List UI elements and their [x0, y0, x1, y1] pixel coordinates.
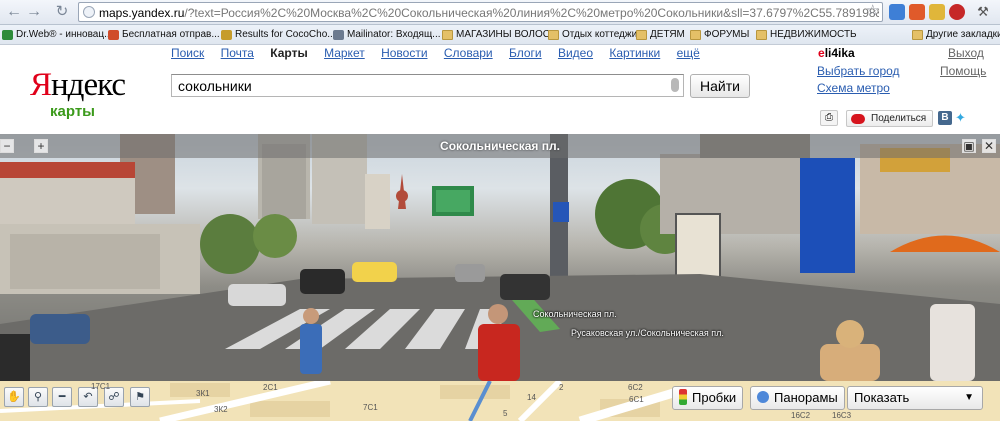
house-number-label: 3К2: [214, 405, 228, 414]
choose-city-link[interactable]: Выбрать город: [817, 64, 900, 78]
service-link-more[interactable]: ещё: [677, 46, 700, 60]
extension-icon[interactable]: [929, 4, 945, 20]
twitter-icon[interactable]: ✦: [955, 111, 966, 125]
folder-icon: [690, 30, 701, 40]
panoramas-button[interactable]: Панорамы: [750, 386, 845, 410]
service-link-images[interactable]: Картинки: [609, 46, 660, 60]
house-number-label: 16С3: [832, 411, 852, 420]
logout-link[interactable]: Выход: [948, 46, 984, 60]
service-link-maps: Карты: [270, 46, 308, 60]
placemark-tool-button[interactable]: ⚑: [130, 387, 150, 407]
site-icon: [221, 30, 232, 40]
bookmark-item[interactable]: Dr.Web® - инновац...: [2, 26, 112, 44]
house-number-label: 6С2: [628, 383, 643, 392]
maps-sublogo[interactable]: карты: [50, 103, 95, 120]
site-icon: [108, 30, 119, 40]
panorama-icon: [757, 391, 769, 403]
bookmark-star-icon[interactable]: ☆: [866, 1, 879, 19]
bookmark-item[interactable]: Results for CocoCho...: [221, 26, 336, 44]
folder-icon: [912, 30, 923, 40]
house-number-label: 5: [503, 409, 508, 418]
panorama-street-label[interactable]: Русаковская ул./Сокольническая пл.: [571, 328, 724, 338]
find-button[interactable]: Найти: [690, 74, 750, 98]
yandex-header: Яндекс карты Поиск Почта Карты Маркет Но…: [0, 45, 1000, 134]
close-icon[interactable]: ✕: [982, 139, 996, 153]
page-icon: [83, 6, 95, 18]
house-number-label: 2: [559, 383, 564, 392]
house-number-label: 17С1: [91, 382, 111, 391]
house-number-label: 14: [527, 393, 536, 402]
panorama-viewer[interactable]: − + Сокольническая пл. ▣ ✕ Сокольническа…: [0, 134, 1000, 381]
extension-icon[interactable]: [909, 4, 925, 20]
bookmark-folder[interactable]: ДЕТЯМ: [636, 26, 685, 44]
house-number-label: 16С2: [791, 411, 811, 420]
yandex-logo[interactable]: Яндекс: [30, 67, 126, 104]
folder-icon: [756, 30, 767, 40]
service-link-blogs[interactable]: Блоги: [509, 46, 542, 60]
panorama-street-label[interactable]: Сокольническая пл.: [533, 309, 617, 319]
show-layers-dropdown[interactable]: Показать ▼: [847, 386, 983, 410]
share-button[interactable]: Поделиться: [846, 110, 933, 127]
microphone-icon[interactable]: [671, 78, 679, 92]
panorama-image[interactable]: [0, 134, 1000, 381]
bookmarks-bar: Dr.Web® - инновац... Бесплатная отправ..…: [0, 25, 1000, 45]
ruler-tool-button[interactable]: ━: [52, 387, 72, 407]
share-icon: [851, 114, 865, 124]
panorama-title: Сокольническая пл.: [440, 139, 560, 153]
site-icon: [2, 30, 13, 40]
bookmark-folder[interactable]: Отдых коттеджи: [548, 26, 637, 44]
zoom-area-tool-button[interactable]: ⚲: [28, 387, 48, 407]
bookmark-item[interactable]: Бесплатная отправ...: [108, 26, 220, 44]
help-link[interactable]: Помощь: [940, 64, 986, 78]
house-number-label: 6С1: [629, 395, 644, 404]
house-number-label: 3К1: [196, 389, 210, 398]
fullscreen-icon[interactable]: ▣: [962, 139, 976, 153]
folder-icon: [442, 30, 453, 40]
services-nav: Поиск Почта Карты Маркет Новости Словари…: [171, 46, 713, 60]
address-bar[interactable]: maps.yandex.ru/?text=Россия%2C%20Москва%…: [78, 2, 883, 22]
wrench-icon[interactable]: ⚒: [975, 4, 991, 20]
traffic-light-icon: [679, 389, 687, 405]
bookmark-folder[interactable]: МАГАЗИНЫ ВОЛОС: [442, 26, 550, 44]
folder-icon: [636, 30, 647, 40]
address-text[interactable]: maps.yandex.ru/?text=Россия%2C%20Москва%…: [99, 5, 879, 21]
extension-icon[interactable]: [889, 4, 905, 20]
drag-tool-button[interactable]: ✋: [4, 387, 24, 407]
dropdown-arrow-icon: ▼: [964, 392, 974, 403]
bookmark-item[interactable]: Mailinator: Входящ...: [333, 26, 441, 44]
extension-icon[interactable]: [949, 4, 965, 20]
reload-icon[interactable]: ↻: [52, 3, 72, 22]
house-number-label: 7С1: [363, 403, 378, 412]
browser-toolbar: ← → ↻ maps.yandex.ru/?text=Россия%2C%20М…: [0, 0, 1000, 25]
house-number-label: 2С1: [263, 383, 278, 392]
bookmark-folder[interactable]: НЕДВИЖИМОСТЬ: [756, 26, 857, 44]
folder-icon: [548, 30, 559, 40]
bookmark-folder[interactable]: Другие закладки: [912, 26, 1000, 44]
bookmark-folder[interactable]: ФОРУМЫ: [690, 26, 749, 44]
site-icon: [333, 30, 344, 40]
traffic-button[interactable]: Пробки: [672, 386, 744, 410]
service-link-news[interactable]: Новости: [381, 46, 427, 60]
user-name[interactable]: eli4ika: [818, 46, 855, 60]
service-link-search[interactable]: Поиск: [171, 46, 204, 60]
service-link-video[interactable]: Видео: [558, 46, 593, 60]
search-input[interactable]: [171, 74, 684, 97]
vk-icon[interactable]: В: [938, 111, 952, 125]
service-link-mail[interactable]: Почта: [221, 46, 254, 60]
service-link-dictionaries[interactable]: Словари: [444, 46, 493, 60]
print-icon[interactable]: ⎙: [820, 110, 838, 126]
metro-scheme-link[interactable]: Схема метро: [817, 81, 890, 95]
service-link-market[interactable]: Маркет: [324, 46, 365, 60]
map-strip[interactable]: ✋ ⚲ ━ ↶ ☍ ⚑ 17С1 3К1 2С1 3К2 7С1 2 6С2 6…: [0, 381, 1000, 421]
back-icon[interactable]: ←: [4, 3, 24, 22]
forward-icon[interactable]: →: [24, 3, 44, 22]
